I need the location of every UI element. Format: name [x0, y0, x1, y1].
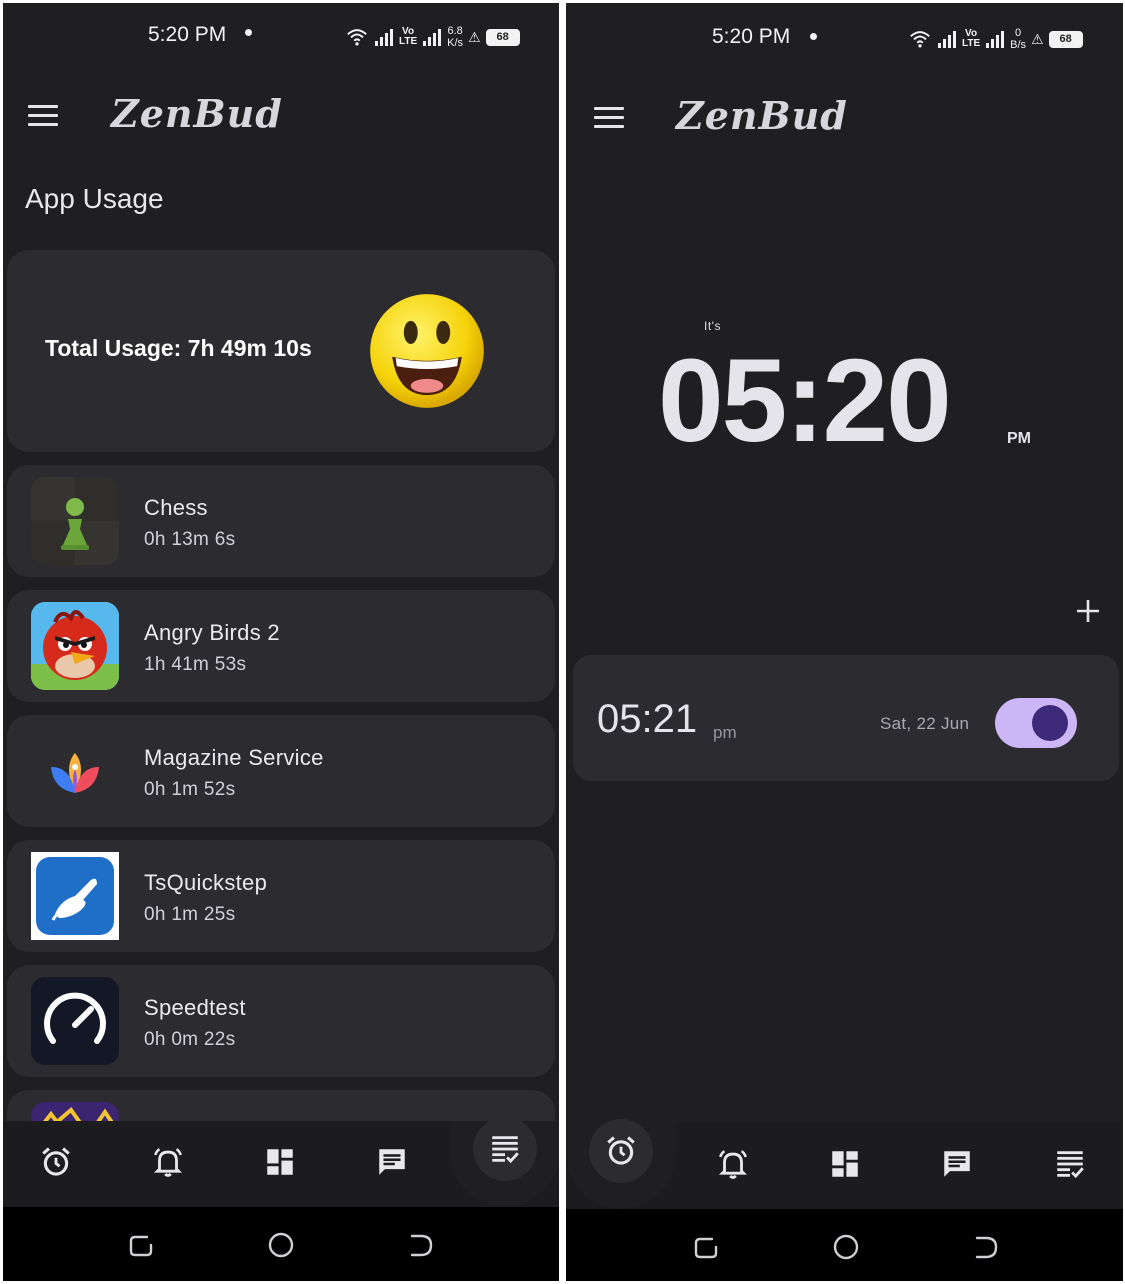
app-bar: ZenBud [3, 85, 559, 155]
app-time: 0h 1m 52s [144, 779, 236, 800]
alarm-clock-icon[interactable] [604, 1134, 638, 1168]
current-time: 05:20 [658, 335, 952, 467]
status-bar: 5:20 PM Vo LTE 6.8 K/s ⚠ 68 [3, 3, 559, 67]
app-time: 0h 1m 25s [144, 904, 236, 925]
home-icon[interactable] [832, 1233, 860, 1261]
lotus-icon [31, 727, 119, 815]
volte-label: Vo LTE [962, 28, 981, 49]
total-usage-card: Total Usage: 7h 49m 10s [7, 250, 555, 452]
system-navigation-bar [3, 1207, 559, 1281]
wifi-icon [908, 28, 932, 50]
app-name: TsQuickstep [144, 870, 268, 895]
list-check-icon[interactable] [488, 1132, 522, 1166]
clock-prefix: It's [704, 319, 721, 333]
back-icon[interactable] [407, 1231, 435, 1259]
app-name: Magazine Service [144, 745, 324, 770]
notification-dot [245, 29, 252, 36]
chess-pawn-icon [31, 477, 119, 565]
dashboard-icon[interactable] [263, 1145, 297, 1179]
battery-icon: 68 [1048, 30, 1083, 48]
alarm-screen: 5:20 PM Vo LTE 0 B/s ⚠ 68 ZenBud It's 05:2… [566, 3, 1123, 1281]
app-time: 0h 13m 6s [144, 529, 236, 550]
message-icon[interactable] [940, 1147, 974, 1181]
signal-icon [422, 27, 442, 47]
alarm-ampm: pm [713, 723, 737, 742]
bottom-navigation [3, 1117, 559, 1207]
alarm-bell-icon[interactable] [151, 1145, 185, 1179]
recent-apps-icon[interactable] [692, 1233, 720, 1261]
app-time: 1h 41m 53s [144, 654, 247, 675]
status-bar: 5:20 PM Vo LTE 0 B/s ⚠ 68 [566, 3, 1123, 67]
back-icon[interactable] [972, 1233, 1000, 1261]
bottom-navigation [566, 1119, 1123, 1209]
app-logo: ZenBud [111, 91, 283, 136]
alarm-bell-icon[interactable] [716, 1147, 750, 1181]
wifi-icon [345, 26, 369, 48]
system-navigation-bar [566, 1209, 1123, 1281]
app-bar: ZenBud [566, 87, 1123, 157]
app-usage-item-magazine-service[interactable]: Magazine Service 0h 1m 52s [7, 715, 555, 827]
app-logo: ZenBud [676, 93, 848, 138]
speedometer-icon [31, 977, 119, 1065]
app-name: Speedtest [144, 995, 246, 1020]
warning-icon: ⚠ [468, 28, 481, 45]
app-usage-item-angry-birds[interactable]: Angry Birds 2 1h 41m 53s [7, 590, 555, 702]
angry-bird-icon [31, 602, 119, 690]
total-usage-text: Total Usage: 7h 49m 10s [45, 335, 312, 361]
status-time: 5:20 PM [712, 25, 791, 48]
alarm-item[interactable]: 05:21 pm Sat, 22 Jun [573, 655, 1119, 781]
list-check-icon[interactable] [1053, 1147, 1087, 1181]
smiley-icon [370, 294, 484, 408]
alarm-date: Sat, 22 Jun [880, 714, 970, 733]
status-icons: Vo LTE 6.8 K/s ⚠ 68 [345, 23, 520, 51]
alarm-time: 05:21 [597, 697, 698, 741]
add-alarm-icon[interactable] [1074, 597, 1102, 625]
alarm-clock-icon[interactable] [39, 1145, 73, 1179]
battery-icon: 68 [485, 28, 520, 46]
home-icon[interactable] [267, 1231, 295, 1259]
app-usage-item-speedtest[interactable]: Speedtest 0h 0m 22s [7, 965, 555, 1077]
recent-apps-icon[interactable] [127, 1231, 155, 1259]
warning-icon: ⚠ [1031, 30, 1044, 47]
signal-icon [374, 27, 394, 47]
menu-icon[interactable] [594, 107, 624, 129]
page-title: App Usage [25, 183, 164, 214]
toggle-knob [1032, 705, 1068, 741]
app-time: 0h 0m 22s [144, 1029, 236, 1050]
current-ampm: PM [1007, 430, 1031, 447]
network-speed: 0 B/s [1010, 27, 1027, 51]
hand-icon [31, 852, 119, 940]
network-speed: 6.8 K/s [447, 25, 464, 49]
app-usage-item-chess[interactable]: Chess 0h 13m 6s [7, 465, 555, 577]
status-icons: Vo LTE 0 B/s ⚠ 68 [908, 25, 1083, 53]
notification-dot [810, 33, 817, 40]
alarm-toggle[interactable] [995, 698, 1077, 748]
app-name: Angry Birds 2 [144, 620, 280, 645]
volte-label: Vo LTE [399, 26, 418, 47]
app-name: Chess [144, 495, 208, 520]
signal-icon [985, 29, 1005, 49]
app-usage-item-tsquickstep[interactable]: TsQuickstep 0h 1m 25s [7, 840, 555, 952]
dashboard-icon[interactable] [828, 1147, 862, 1181]
app-usage-screen: 5:20 PM Vo LTE 6.8 K/s ⚠ 68 ZenBud App Usa… [3, 3, 559, 1281]
menu-icon[interactable] [28, 105, 58, 127]
signal-icon [937, 29, 957, 49]
status-time: 5:20 PM [148, 23, 227, 46]
message-icon[interactable] [375, 1145, 409, 1179]
